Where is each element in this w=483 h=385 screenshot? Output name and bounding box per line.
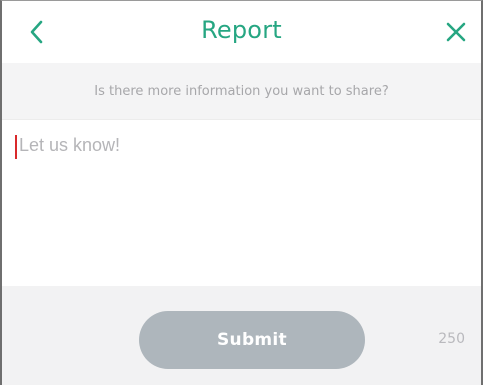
character-counter: 250 bbox=[438, 331, 465, 347]
report-screen: Report Is there more information you wan… bbox=[0, 0, 483, 385]
close-icon bbox=[446, 22, 466, 42]
page-title: Report bbox=[201, 16, 282, 44]
info-prompt-text: Is there more information you want to sh… bbox=[94, 83, 389, 99]
close-button[interactable] bbox=[439, 15, 473, 49]
submit-button[interactable]: Submit bbox=[139, 311, 365, 369]
footer-bar: Submit 250 bbox=[2, 286, 481, 385]
info-prompt-bar: Is there more information you want to sh… bbox=[2, 63, 481, 120]
header-bar: Report bbox=[2, 1, 481, 63]
report-text-area[interactable]: Let us know! bbox=[2, 120, 481, 286]
